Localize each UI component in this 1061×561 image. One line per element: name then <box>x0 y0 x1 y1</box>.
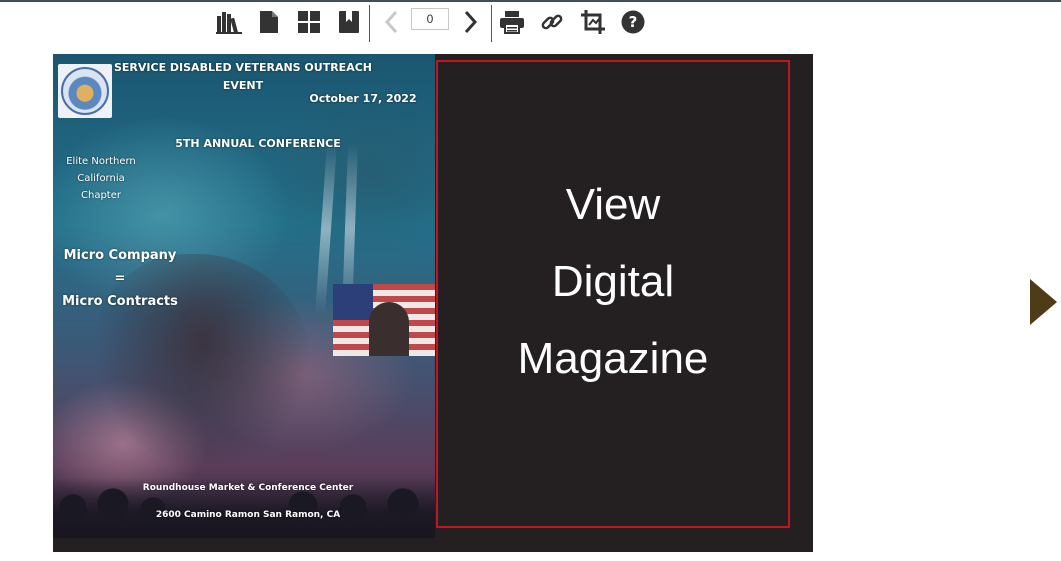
cover-flag-image <box>333 284 435 356</box>
cover-venue-text: Roundhouse Market & Conference Center <box>142 483 354 493</box>
view-digital-magazine-panel[interactable]: View Digital Magazine <box>436 60 790 528</box>
bookmark-icon[interactable] <box>336 9 362 35</box>
magazine-spread[interactable]: SERVICE DISABLED VETERANS OUTREACH EVENT… <box>53 54 813 552</box>
page-number-input[interactable] <box>411 8 449 30</box>
promo-line-magazine: Magazine <box>517 334 709 383</box>
promo-line-digital: Digital <box>551 257 675 306</box>
single-page-icon[interactable] <box>256 9 282 35</box>
help-icon[interactable]: ? <box>620 9 646 35</box>
library-icon[interactable] <box>216 9 242 35</box>
thumbnails-icon[interactable] <box>296 9 322 35</box>
cover-address-text: 2600 Camino Ramon San Ramon, CA <box>155 510 341 520</box>
cover-conference-title: 5TH ANNUAL CONFERENCE <box>175 137 341 150</box>
magazine-cover-page[interactable]: SERVICE DISABLED VETERANS OUTREACH EVENT… <box>53 54 435 538</box>
svg-text:?: ? <box>629 13 638 31</box>
cover-chapter-text: Elite Northern California Chapter <box>66 156 136 201</box>
cover-event-title: SERVICE DISABLED VETERANS OUTREACH EVENT <box>113 61 372 92</box>
chevron-left-icon[interactable] <box>378 9 404 35</box>
viewer-toolbar: ? <box>0 2 1061 42</box>
crop-icon[interactable] <box>580 9 606 35</box>
next-page-arrow-icon[interactable] <box>1030 279 1057 325</box>
veterans-seal-logo <box>58 64 112 118</box>
link-icon[interactable] <box>539 9 565 35</box>
toolbar-separator <box>369 5 370 42</box>
toolbar-separator <box>491 5 492 42</box>
print-icon[interactable] <box>499 9 525 35</box>
cover-event-date: October 17, 2022 <box>309 92 417 105</box>
cover-slogan-text: Micro Company = Micro Contracts <box>62 248 178 309</box>
promo-line-view: View <box>565 180 661 229</box>
chevron-right-icon[interactable] <box>458 9 484 35</box>
